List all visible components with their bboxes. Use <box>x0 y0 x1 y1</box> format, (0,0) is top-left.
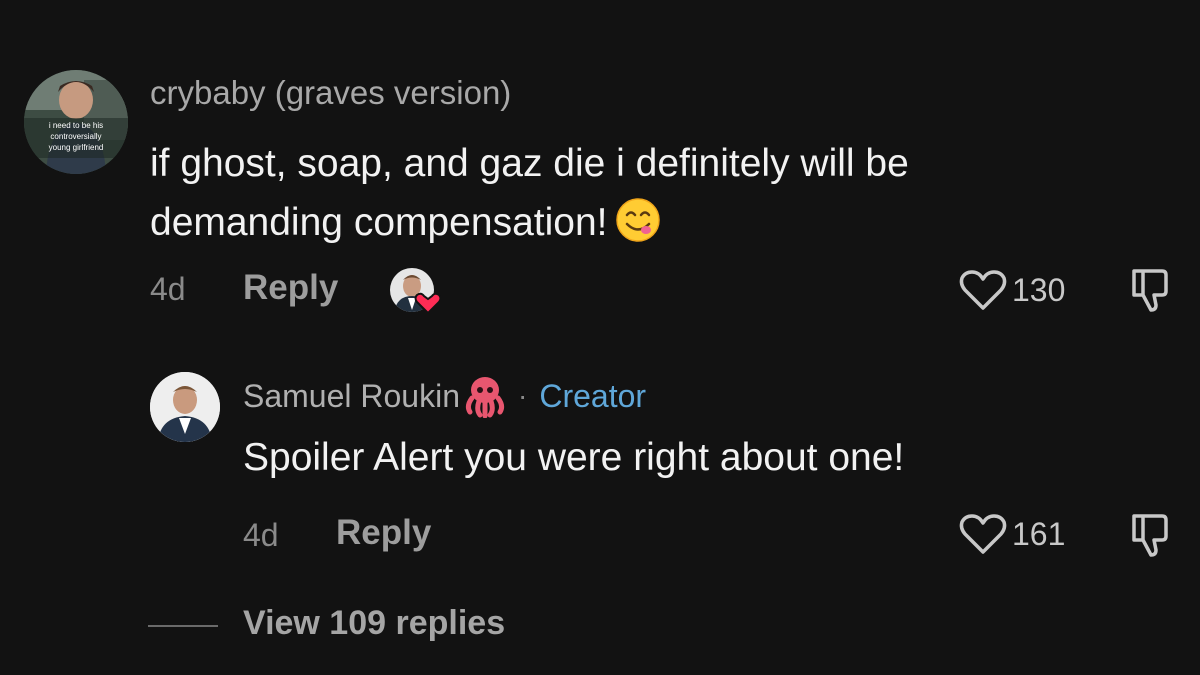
reply-like-button[interactable]: 161 <box>958 512 1065 556</box>
comment-like-count: 130 <box>1012 271 1066 308</box>
reply-header: Samuel Roukin · Creator <box>243 374 647 419</box>
thumbs-down-icon <box>1132 269 1168 312</box>
comment-text-content: if ghost, soap, and gaz die i definitely… <box>150 142 909 244</box>
avatar-caption-line-2: controversially <box>50 132 101 141</box>
separator-dot: · <box>518 380 528 411</box>
view-replies-divider <box>148 625 218 627</box>
comment-text: if ghost, soap, and gaz die i definitely… <box>150 134 1110 252</box>
octopus-emoji-icon <box>462 374 508 419</box>
thumbs-down-icon <box>1132 514 1168 557</box>
creator-avatar[interactable] <box>150 372 220 442</box>
avatar-caption-line-1: i need to be his <box>49 121 103 130</box>
creator-badge: Creator <box>539 377 647 414</box>
heart-outline-icon <box>959 270 1007 310</box>
reply-like-count: 161 <box>1012 515 1066 552</box>
reply-timestamp: 4d <box>243 517 279 553</box>
reply-reply-button[interactable]: Reply <box>336 513 431 553</box>
creator-liked-badge <box>388 266 444 316</box>
comment-reply-button[interactable]: Reply <box>243 268 338 308</box>
comment-like-button[interactable]: 130 <box>958 268 1065 312</box>
smiling-face-emoji-icon <box>615 197 661 243</box>
reply-text: Spoiler Alert you were right about one! <box>243 436 905 479</box>
comment-timestamp: 4d <box>150 271 186 307</box>
reply-dislike-button[interactable] <box>1128 512 1172 563</box>
creator-username[interactable]: Samuel Roukin <box>243 378 460 415</box>
comment-thread: i need to be his controversially young g… <box>0 0 1200 675</box>
commenter-avatar[interactable]: i need to be his controversially young g… <box>24 70 128 174</box>
avatar-caption-line-3: young girlfriend <box>49 143 104 152</box>
commenter-username[interactable]: crybaby (graves version) <box>150 74 511 112</box>
comment-dislike-button[interactable] <box>1128 267 1172 318</box>
view-replies-button[interactable]: View 109 replies <box>243 604 505 643</box>
heart-outline-icon <box>959 514 1007 554</box>
